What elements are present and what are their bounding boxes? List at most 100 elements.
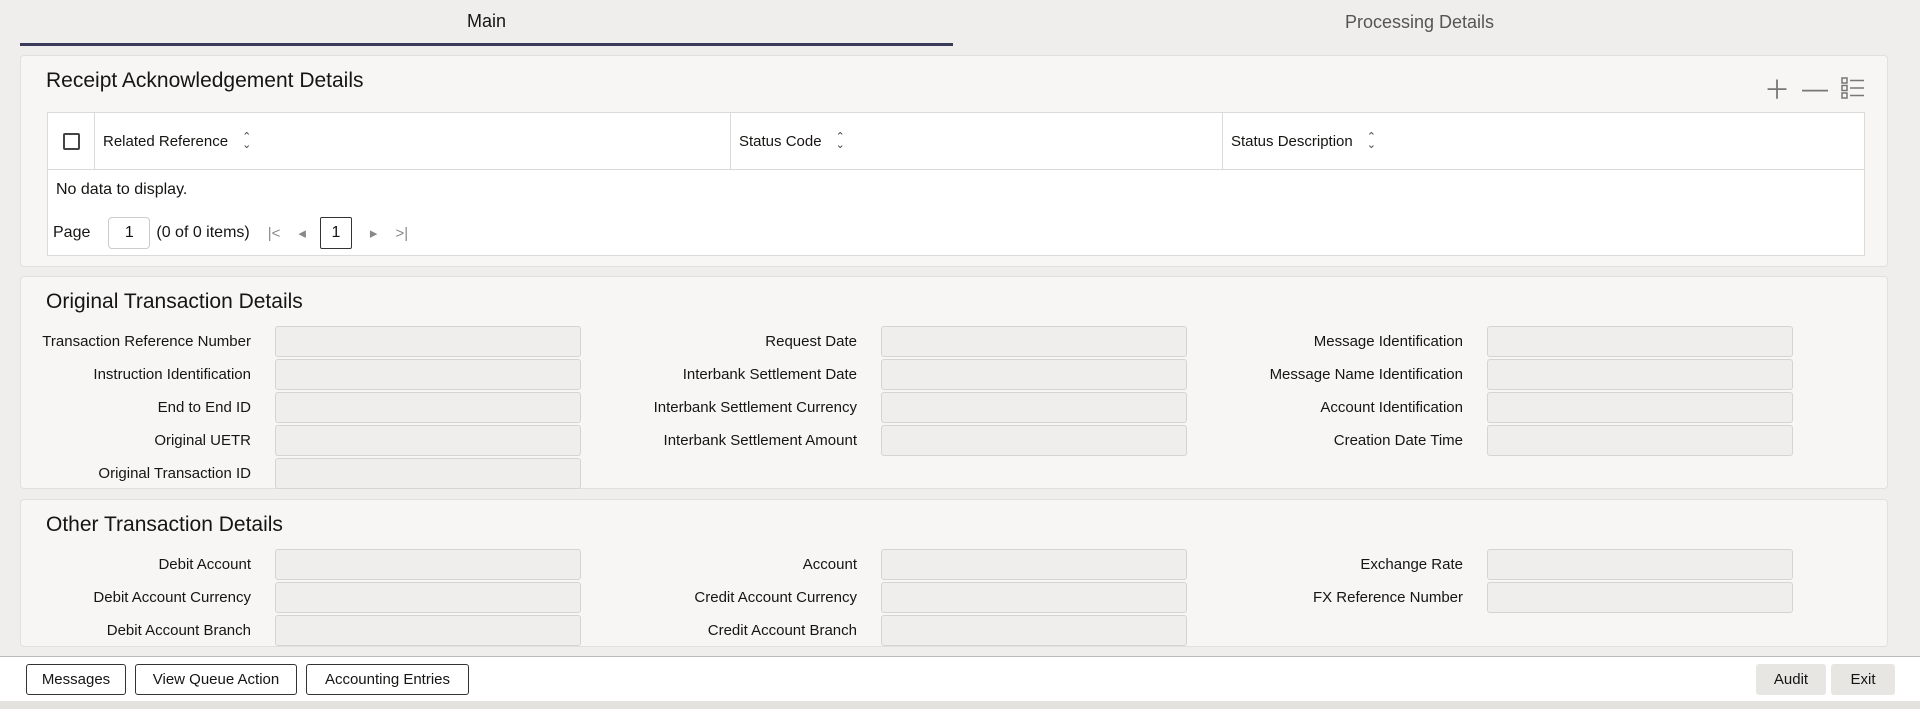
field-label: Credit Account Branch (707, 621, 857, 639)
column-label: Status Description (1231, 132, 1353, 150)
other-transaction-section: Other Transaction Details Debit Account … (20, 499, 1888, 647)
field-account: Account (631, 548, 1187, 580)
field-label: Original UETR (154, 431, 251, 449)
field-interbank-settlement-amount: Interbank Settlement Amount (631, 424, 1187, 456)
next-page-icon[interactable]: ▸ (370, 224, 378, 242)
field-label: Instruction Identification (93, 365, 251, 383)
field-message-name-identification: Message Name Identification (1237, 358, 1793, 390)
fx-reference-number-input[interactable] (1487, 581, 1793, 613)
interbank-settlement-amount-input[interactable] (881, 424, 1187, 456)
field-label: Interbank Settlement Currency (653, 398, 857, 416)
first-page-icon[interactable]: |< (268, 225, 281, 242)
credit-account-branch-input[interactable] (881, 614, 1187, 646)
field-original-uetr: Original UETR (25, 424, 581, 456)
field-account-identification: Account Identification (1237, 391, 1793, 423)
current-page-button[interactable]: 1 (319, 217, 352, 249)
field-fx-reference-number: FX Reference Number (1237, 581, 1793, 613)
original-transaction-id-input[interactable] (275, 457, 581, 489)
accounting-entries-button[interactable]: Accounting Entries (306, 664, 469, 695)
column-label: Related Reference (103, 132, 229, 150)
debit-account-currency-input[interactable] (275, 581, 581, 613)
field-debit-account-branch: Debit Account Branch (25, 614, 581, 646)
field-debit-account: Debit Account (25, 548, 581, 580)
receipt-section-title: Receipt Acknowledgement Details (46, 69, 364, 92)
field-debit-account-currency: Debit Account Currency (25, 581, 581, 613)
field-label: Account Identification (1320, 398, 1463, 416)
field-label: Message Identification (1313, 332, 1463, 350)
receipt-acknowledgement-section: Receipt Acknowledgement Details ＋ — Rela… (20, 55, 1888, 267)
message-identification-input[interactable] (1487, 325, 1793, 357)
other-section-title: Other Transaction Details (46, 513, 283, 536)
message-name-identification-input[interactable] (1487, 358, 1793, 390)
column-related-reference[interactable]: Related Reference ⌃ ⌄ (95, 113, 731, 169)
last-page-icon[interactable]: >| (395, 225, 408, 242)
bottom-strip (0, 701, 1920, 709)
footer-bar: Messages View Queue Action Accounting En… (0, 656, 1920, 701)
no-data-message: No data to display. (56, 181, 188, 198)
original-section-title: Original Transaction Details (46, 290, 303, 313)
audit-button[interactable]: Audit (1756, 664, 1826, 695)
field-label: Exchange Rate (1360, 555, 1463, 573)
field-label: Interbank Settlement Amount (663, 431, 857, 449)
column-status-description[interactable]: Status Description ⌃ ⌄ (1223, 113, 1864, 169)
field-label: Request Date (765, 332, 857, 350)
instruction-identification-input[interactable] (275, 358, 581, 390)
exchange-rate-input[interactable] (1487, 548, 1793, 580)
request-date-input[interactable] (881, 325, 1187, 357)
list-columns-icon[interactable] (1839, 74, 1867, 102)
plus-icon[interactable]: ＋ (1763, 74, 1791, 105)
field-credit-account-branch: Credit Account Branch (631, 614, 1187, 646)
field-interbank-settlement-date: Interbank Settlement Date (631, 358, 1187, 390)
credit-account-currency-input[interactable] (881, 581, 1187, 613)
field-label: End to End ID (157, 398, 251, 416)
tab-processing-details[interactable]: Processing Details (953, 0, 1886, 46)
column-status-code[interactable]: Status Code ⌃ ⌄ (731, 113, 1223, 169)
account-identification-input[interactable] (1487, 391, 1793, 423)
sort-icon[interactable]: ⌃ ⌄ (242, 132, 251, 151)
original-uetr-input[interactable] (275, 424, 581, 456)
sort-icon[interactable]: ⌃ ⌄ (836, 132, 845, 151)
field-exchange-rate: Exchange Rate (1237, 548, 1793, 580)
page-number-input[interactable]: 1 (108, 217, 151, 249)
tab-bar: Main Processing Details (20, 0, 1886, 48)
field-interbank-settlement-currency: Interbank Settlement Currency (631, 391, 1187, 423)
exit-button[interactable]: Exit (1831, 664, 1895, 695)
field-label: Account (802, 555, 857, 573)
field-instruction-identification: Instruction Identification (25, 358, 581, 390)
grid-toolbar: ＋ — (1763, 73, 1867, 105)
field-end-to-end-id: End to End ID (25, 391, 581, 423)
field-credit-account-currency: Credit Account Currency (631, 581, 1187, 613)
field-label: Debit Account Branch (106, 621, 251, 639)
field-label: Transaction Reference Number (42, 332, 251, 350)
previous-page-icon[interactable]: ◂ (298, 224, 306, 242)
field-label: Original Transaction ID (98, 464, 251, 482)
field-label: FX Reference Number (1312, 588, 1463, 606)
column-label: Status Code (739, 132, 822, 150)
field-original-transaction-id: Original Transaction ID (25, 457, 581, 489)
debit-account-branch-input[interactable] (275, 614, 581, 646)
account-input[interactable] (881, 548, 1187, 580)
debit-account-input[interactable] (275, 548, 581, 580)
creation-date-time-input[interactable] (1487, 424, 1793, 456)
interbank-settlement-date-input[interactable] (881, 358, 1187, 390)
grid-header: Related Reference ⌃ ⌄ Status Code ⌃ ⌄ Stat… (48, 113, 1864, 170)
transaction-reference-number-input[interactable] (275, 325, 581, 357)
sort-icon[interactable]: ⌃ ⌄ (1367, 132, 1376, 151)
field-transaction-reference-number: Transaction Reference Number (25, 325, 581, 357)
field-label: Message Name Identification (1269, 365, 1463, 383)
messages-button[interactable]: Messages (26, 664, 126, 695)
field-creation-date-time: Creation Date Time (1237, 424, 1793, 456)
minus-icon[interactable]: — (1801, 73, 1829, 103)
pagination: Page 1 (0 of 0 items) |< ◂ 1 ▸ >| (53, 217, 408, 249)
original-transaction-section: Original Transaction Details Transaction… (20, 276, 1888, 489)
view-queue-action-button[interactable]: View Queue Action (135, 664, 297, 695)
select-all-cell (48, 113, 95, 169)
field-label: Debit Account Currency (93, 588, 251, 606)
tab-main[interactable]: Main (20, 0, 953, 46)
field-message-identification: Message Identification (1237, 325, 1793, 357)
interbank-settlement-currency-input[interactable] (881, 391, 1187, 423)
end-to-end-id-input[interactable] (275, 391, 581, 423)
select-all-checkbox[interactable] (62, 132, 80, 150)
page-item-count: (0 of 0 items) (156, 224, 250, 241)
page-label: Page (53, 224, 91, 241)
